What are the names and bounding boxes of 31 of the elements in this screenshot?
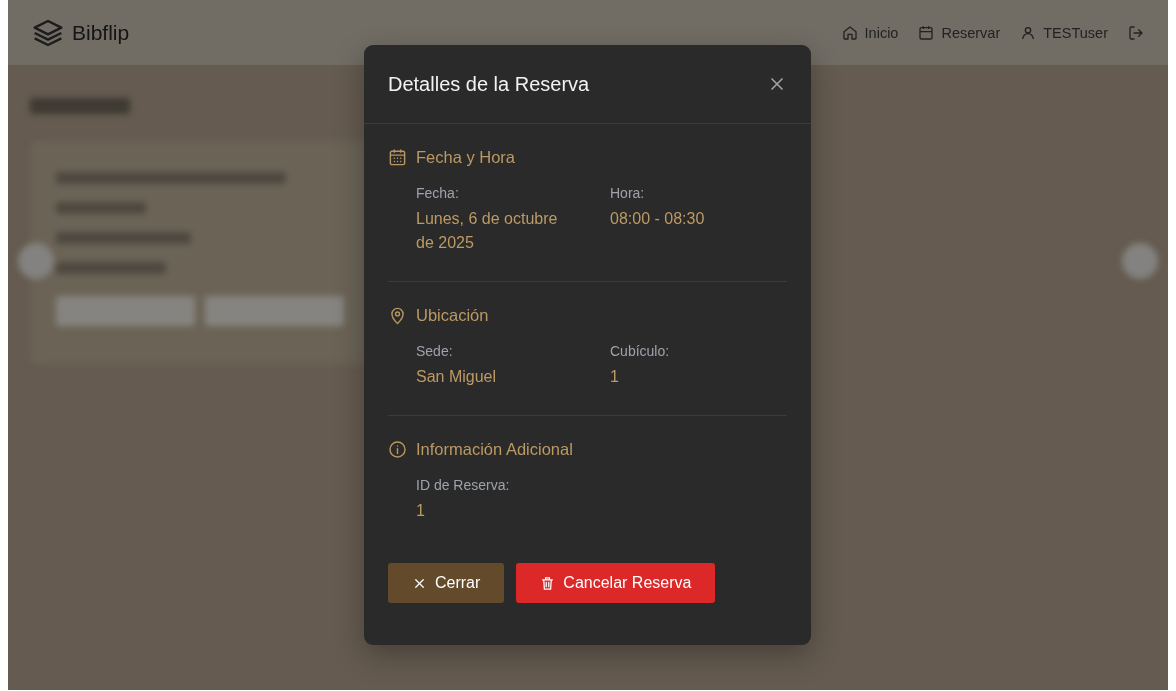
nav-link[interactable]: TESTuser	[1020, 24, 1108, 41]
section-title: Fecha y Hora	[416, 148, 516, 167]
blurred-circle-drawing	[1122, 243, 1158, 279]
field-label: Cubículo:	[610, 343, 671, 359]
blurred-circle-drawing	[18, 243, 54, 279]
brand-name: Bibflip	[72, 20, 130, 45]
calendar-icon	[388, 148, 407, 167]
logout-button[interactable]	[1128, 24, 1144, 41]
section-title: Información Adicional	[416, 440, 573, 459]
dialog-title: Detalles de la Reserva	[388, 72, 590, 96]
field-value: Lunes, 6 de octubre de 2025	[416, 209, 559, 253]
home-icon	[841, 24, 858, 41]
calendar-icon	[918, 24, 935, 41]
field-label: Fecha:	[416, 185, 460, 201]
field-value: San Miguel	[416, 367, 498, 387]
section-title: Ubicación	[416, 306, 489, 325]
close-dialog-button[interactable]: Cerrar	[388, 563, 505, 603]
logout-icon	[1128, 24, 1144, 41]
field-value: 1	[416, 501, 426, 521]
field-label: Sede:	[416, 343, 454, 359]
nav-link[interactable]: Reservar	[918, 24, 1001, 41]
field-label: Hora:	[610, 185, 646, 201]
field-value: 1	[610, 367, 620, 387]
trash-icon	[540, 575, 556, 591]
field-label: ID de Reserva:	[416, 477, 511, 493]
field-value: 08:00 - 08:30	[610, 209, 706, 229]
cancel-reservation-button[interactable]: Cancelar Reserva	[516, 563, 716, 603]
user-icon	[1020, 24, 1037, 41]
info-icon	[388, 440, 407, 459]
map-pin-icon	[388, 306, 407, 325]
nav-link[interactable]: Inicio	[841, 24, 899, 41]
